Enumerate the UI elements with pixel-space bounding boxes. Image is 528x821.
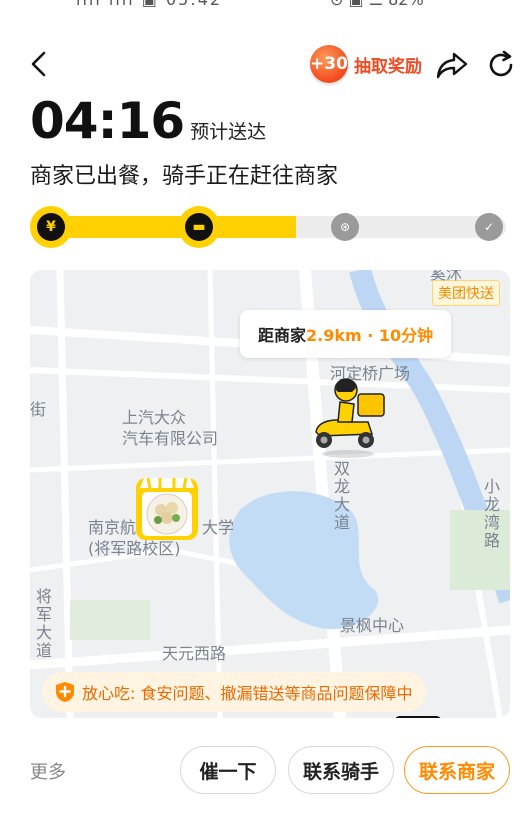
status-bar: ııll ııll ▣ 05:42 ⊙ ▣ ☰ 82% [0, 0, 528, 10]
map-label-jie: 街 [30, 400, 47, 419]
step-delivered: ✓ [468, 206, 510, 248]
shop-icon: ▬ [185, 213, 213, 241]
reward-button[interactable]: +30 抽取奖励 [310, 44, 422, 84]
share-icon[interactable] [436, 50, 468, 80]
map-handle [394, 716, 442, 718]
step-paid: ¥ [30, 206, 72, 248]
guarantee-text: 放心吃: 食安问题、撤漏错送等商品问题保障中 [82, 684, 413, 703]
courier-scooter-icon [315, 378, 385, 458]
map-label-tl: 奚沭 [430, 270, 463, 283]
map-label-shangqi-2: 汽车有限公司 [122, 429, 219, 448]
map-view[interactable]: 美团快送 距商家 2.9km · 10分钟 奚沭 街 河定桥广场 上汽大众 汽车… [30, 270, 510, 718]
action-bar: 更多 催一下 联系骑手 联系商家 [0, 728, 528, 821]
distance-bubble: 距商家 2.9km · 10分钟 [240, 310, 452, 358]
map-label-jiangjun: 将军大道 [33, 588, 52, 660]
eta: 04:16 预计送达 [30, 92, 266, 150]
shop-marker-icon [136, 477, 198, 540]
map-label-xiaolong: 小龙湾路 [481, 478, 500, 550]
reward-badge: +30 [310, 45, 348, 83]
status-bar-right: ⊙ ▣ ☰ 82% [330, 0, 424, 9]
eta-label: 预计送达 [190, 121, 267, 143]
check-icon: ✓ [475, 213, 503, 241]
map-label-shuanglong: 双龙大道 [331, 460, 350, 532]
step-rider: ⊛ [324, 206, 366, 248]
urge-button[interactable]: 催一下 [180, 746, 276, 794]
order-tracking-page: ııll ııll ▣ 05:42 ⊙ ▣ ☰ 82% +30 抽取奖励 04:… [0, 0, 528, 821]
order-status-text: 商家已出餐，骑手正在赶往商家 [30, 164, 339, 189]
more-button[interactable]: 更多 [30, 758, 66, 784]
back-arrow-icon[interactable] [26, 50, 54, 78]
contact-shop-button[interactable]: 联系商家 [404, 746, 510, 794]
delivery-progress: ¥ ▬ ⊛ ✓ [30, 206, 510, 248]
progress-fill [40, 216, 296, 238]
distance-prefix: 距商家 [258, 326, 307, 345]
contact-rider-button[interactable]: 联系骑手 [288, 746, 394, 794]
yen-icon: ¥ [37, 213, 65, 241]
map-label-jingfeng: 景枫中心 [340, 616, 405, 635]
distance-value: 2.9km · 10分钟 [306, 326, 434, 345]
status-bar-left: ııll ııll ▣ 05:42 [76, 0, 222, 9]
step-shop-ready: ▬ [178, 206, 220, 248]
shield-plus-icon [56, 682, 74, 702]
eta-time: 04:16 [30, 92, 185, 150]
reward-label: 抽取奖励 [354, 56, 422, 77]
header: +30 抽取奖励 [0, 40, 528, 90]
scooter-icon: ⊛ [331, 213, 359, 241]
map-label-tianyuan: 天元西路 [162, 644, 227, 663]
refresh-icon[interactable] [486, 50, 516, 80]
map-label-nanjing-2: 大学 [202, 518, 235, 537]
food-safety-guarantee[interactable]: 放心吃: 食安问题、撤漏错送等商品问题保障中 [42, 672, 427, 712]
